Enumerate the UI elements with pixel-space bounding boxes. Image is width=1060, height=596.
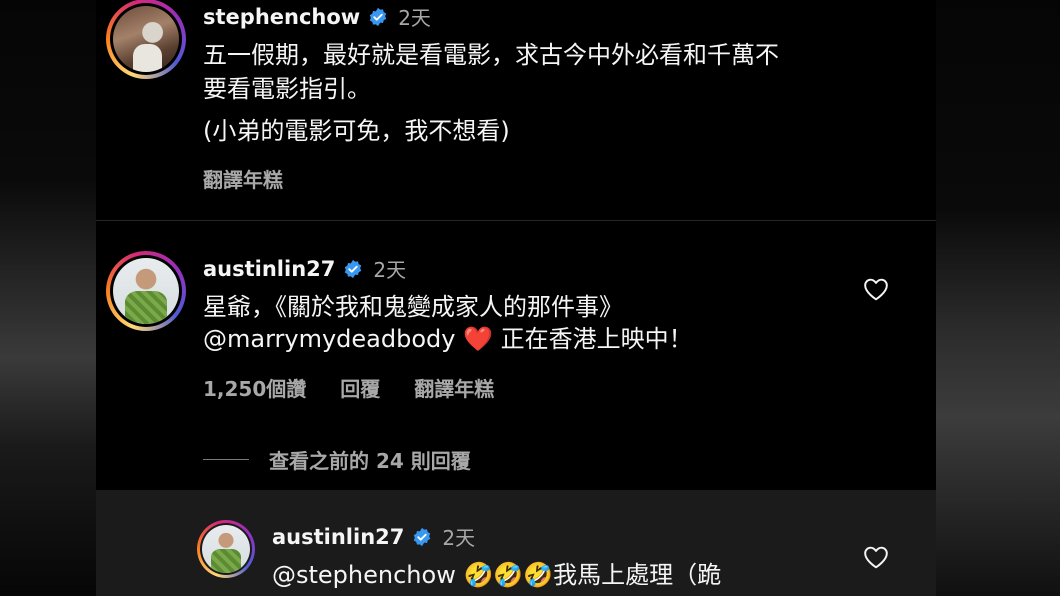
- reply-text: @stephenchow 🤣🤣🤣我馬上處理（跪: [272, 557, 721, 593]
- translate-link[interactable]: 翻譯年糕: [414, 373, 494, 402]
- mention-link[interactable]: @stephenchow: [272, 561, 456, 589]
- verified-badge-icon: [345, 259, 362, 278]
- rofl-emoji: 🤣: [493, 561, 524, 589]
- red-heart-emoji: ❤️: [463, 325, 494, 353]
- verified-badge-icon: [369, 7, 387, 26]
- avatar-photo: [202, 525, 250, 573]
- reply-header: austinlin27 2天: [272, 522, 475, 551]
- timestamp: 2天: [373, 258, 407, 282]
- comments-panel: stephenchow 2天 五一假期，最好就是看電影，求古今中外必看和千萬不 …: [96, 0, 936, 596]
- comment-text-line-1: 五一假期，最好就是看電影，求古今中外必看和千萬不: [203, 41, 779, 69]
- comment-actions: 翻譯年糕: [203, 164, 283, 193]
- comment-text-line-2: @marrymydeadbody ❤️ 正在香港上映中！: [203, 321, 693, 357]
- comment-text-line-3: (小弟的電影可免，我不想看): [203, 117, 510, 145]
- avatar[interactable]: [106, 0, 186, 79]
- comment-header: stephenchow 2天: [203, 2, 431, 31]
- reply-text-body: 我馬上處理（跪: [553, 561, 722, 589]
- username[interactable]: austinlin27: [203, 257, 335, 281]
- avatar[interactable]: [106, 251, 186, 331]
- mention-link[interactable]: @marrymydeadbody: [203, 325, 455, 353]
- like-heart-icon[interactable]: [863, 545, 889, 569]
- comment-header: austinlin27 2天: [203, 254, 406, 283]
- like-heart-icon[interactable]: [863, 277, 889, 301]
- view-previous-replies-label[interactable]: 查看之前的 24 則回覆: [269, 445, 471, 474]
- divider: [96, 220, 936, 221]
- comment-text-line-2: 要看電影指引。: [203, 75, 371, 103]
- replies-divider-line: [203, 459, 249, 460]
- comment-text-line-1: 星爺，《關於我和鬼變成家人的那件事》: [203, 293, 623, 321]
- blurred-left-edge: [0, 0, 96, 596]
- avatar[interactable]: [197, 520, 255, 578]
- comment-text-tail: 正在香港上映中！: [500, 325, 693, 353]
- reply-button[interactable]: 回覆: [340, 373, 380, 402]
- username[interactable]: austinlin27: [272, 525, 404, 549]
- avatar-photo: [113, 258, 179, 324]
- likes-count[interactable]: 1,250個讚: [203, 373, 306, 402]
- timestamp: 2天: [398, 6, 431, 30]
- timestamp: 2天: [442, 526, 476, 550]
- comment-actions: 1,250個讚 回覆 翻譯年糕: [203, 373, 494, 402]
- avatar-photo: [113, 6, 179, 72]
- view-previous-replies[interactable]: 查看之前的 24 則回覆: [203, 445, 471, 474]
- rofl-emoji: 🤣: [523, 561, 554, 589]
- translate-link[interactable]: 翻譯年糕: [203, 164, 283, 193]
- rofl-emoji: 🤣: [463, 561, 494, 589]
- username[interactable]: stephenchow: [203, 5, 360, 29]
- blurred-right-edge: [936, 0, 1060, 596]
- verified-badge-icon: [414, 527, 431, 546]
